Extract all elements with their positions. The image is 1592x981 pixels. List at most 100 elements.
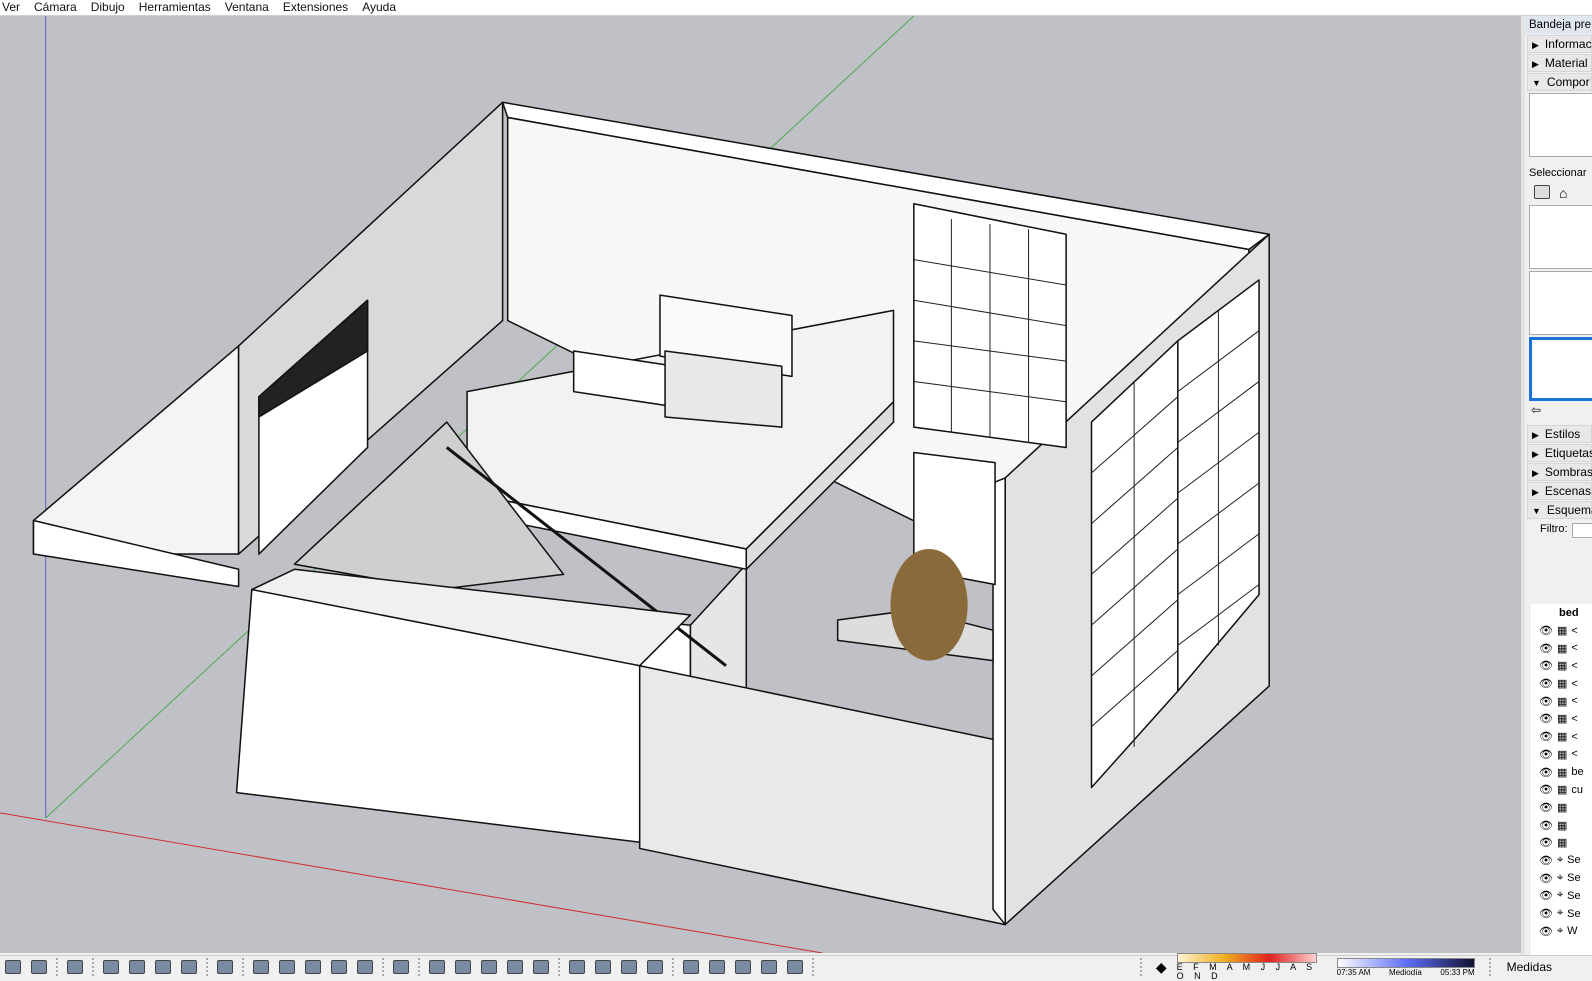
menu-ver[interactable]: Ver	[2, 0, 20, 15]
outliner-row[interactable]: 👁▦<	[1531, 710, 1592, 728]
month-slider[interactable]: E F M A M J J A S O N D	[1177, 953, 1317, 981]
home-icon[interactable]: ⌂	[1559, 185, 1567, 201]
toolbar-tool-icon[interactable]	[129, 960, 145, 974]
component-pillow[interactable]	[1529, 205, 1592, 269]
visibility-eye-icon[interactable]: 👁	[1539, 889, 1553, 902]
toolbar-tool-icon[interactable]	[305, 960, 321, 974]
outliner-row[interactable]: 👁⌖Se	[1531, 887, 1592, 905]
3d-viewport[interactable]	[0, 16, 1521, 953]
outliner-row[interactable]: 👁▦<	[1531, 675, 1592, 693]
toolbar-tool-icon[interactable]	[787, 960, 803, 974]
toolbar-tool-icon[interactable]	[253, 960, 269, 974]
toolbar-tool-icon[interactable]	[507, 960, 523, 974]
toolbar-tool-icon[interactable]	[481, 960, 497, 974]
view-options-icon[interactable]	[1534, 185, 1550, 199]
visibility-eye-icon[interactable]: 👁	[1539, 712, 1553, 725]
toolbar-tool-icon[interactable]	[683, 960, 699, 974]
toolbar-tool-icon[interactable]	[103, 960, 119, 974]
toolbar-tool-icon[interactable]	[331, 960, 347, 974]
visibility-eye-icon[interactable]: 👁	[1539, 730, 1553, 743]
toolbar-tool-icon[interactable]	[569, 960, 585, 974]
component-icon: ▦	[1557, 695, 1567, 708]
toolbar-tool-icon[interactable]	[393, 960, 409, 974]
section-scenes[interactable]: ▶Escenas	[1527, 482, 1592, 500]
outliner-row[interactable]: 👁▦<	[1531, 746, 1592, 764]
toolbar-tool-icon[interactable]	[155, 960, 171, 974]
toolbar-tool-icon[interactable]	[595, 960, 611, 974]
visibility-eye-icon[interactable]: 👁	[1539, 801, 1553, 814]
toolbar-tool-icon[interactable]	[647, 960, 663, 974]
visibility-eye-icon[interactable]: 👁	[1539, 854, 1553, 867]
component-railing[interactable]	[1529, 337, 1592, 401]
visibility-eye-icon[interactable]: 👁	[1539, 695, 1553, 708]
outliner-row[interactable]: 👁▦	[1531, 834, 1592, 852]
section-tags[interactable]: ▶Etiquetas	[1527, 444, 1592, 462]
outliner-row[interactable]: 👁⌖Se	[1531, 905, 1592, 923]
toolbar-tool-icon[interactable]	[533, 960, 549, 974]
visibility-eye-icon[interactable]: 👁	[1539, 819, 1553, 832]
section-outliner[interactable]: ▼Esquema	[1527, 501, 1592, 519]
outliner-row-label: be	[1571, 766, 1583, 778]
outliner-row[interactable]: 👁▦	[1531, 799, 1592, 817]
toolbar-tool-icon[interactable]	[279, 960, 295, 974]
outliner-row[interactable]: 👁⌖Se	[1531, 852, 1592, 870]
toolbar-tool-icon[interactable]	[761, 960, 777, 974]
collapse-arrow-icon: ▼	[1532, 78, 1541, 88]
outliner-row-label: W	[1567, 925, 1577, 937]
toolbar-tool-icon[interactable]	[31, 960, 47, 974]
section-info[interactable]: ▶Informac	[1527, 35, 1592, 53]
outliner-row-label: <	[1571, 642, 1577, 654]
outliner-row[interactable]: 👁▦be	[1531, 763, 1592, 781]
visibility-eye-icon[interactable]: 👁	[1539, 642, 1553, 655]
section-materials[interactable]: ▶Material	[1527, 54, 1592, 72]
shadow-toggle-icon[interactable]: ◆	[1156, 959, 1167, 976]
toolbar-tool-icon[interactable]	[709, 960, 725, 974]
menu-extensiones[interactable]: Extensiones	[283, 0, 348, 15]
menu-dibujo[interactable]: Dibujo	[91, 0, 125, 15]
visibility-eye-icon[interactable]: 👁	[1539, 836, 1553, 849]
component-stairs[interactable]	[1529, 271, 1592, 335]
visibility-eye-icon[interactable]: 👁	[1539, 925, 1553, 938]
outliner-row[interactable]: 👁⌖Se	[1531, 869, 1592, 887]
outliner-row[interactable]: 👁▦<	[1531, 622, 1592, 640]
outliner-row[interactable]: 👁⌖W	[1531, 922, 1592, 940]
toolbar-tool-icon[interactable]	[429, 960, 445, 974]
toolbar-tool-icon[interactable]	[5, 960, 21, 974]
visibility-eye-icon[interactable]: 👁	[1539, 659, 1553, 672]
outliner-row[interactable]: 👁▦<	[1531, 639, 1592, 657]
menu-camara[interactable]: Cámara	[34, 0, 77, 15]
visibility-eye-icon[interactable]: 👁	[1539, 907, 1553, 920]
section-styles[interactable]: ▶Estilos	[1527, 425, 1592, 443]
time-slider[interactable]: 07:35 AMMediodía05:33 PM	[1337, 958, 1475, 977]
toolbar-tool-icon[interactable]	[357, 960, 373, 974]
visibility-eye-icon[interactable]: 👁	[1539, 766, 1553, 779]
toolbar-tool-icon[interactable]	[455, 960, 471, 974]
select-tab[interactable]: Seleccionar	[1525, 157, 1592, 183]
toolbar-tool-icon[interactable]	[67, 960, 83, 974]
toolbar-tool-icon[interactable]	[621, 960, 637, 974]
visibility-eye-icon[interactable]: 👁	[1539, 677, 1553, 690]
toolbar-tool-icon[interactable]	[181, 960, 197, 974]
component-icon: ▦	[1557, 730, 1567, 743]
visibility-eye-icon[interactable]: 👁	[1539, 748, 1553, 761]
toolbar-tool-icon[interactable]	[735, 960, 751, 974]
outliner-row[interactable]: 👁▦<	[1531, 728, 1592, 746]
visibility-eye-icon[interactable]: 👁	[1539, 624, 1553, 637]
back-arrow-icon[interactable]: ⇦	[1525, 401, 1592, 419]
menu-ventana[interactable]: Ventana	[225, 0, 269, 15]
outliner-row[interactable]: 👁▦	[1531, 816, 1592, 834]
toolbar-separator	[242, 958, 244, 976]
section-shadows[interactable]: ▶Sombras	[1527, 463, 1592, 481]
section-components[interactable]: ▼Compor	[1527, 73, 1592, 91]
visibility-eye-icon[interactable]: 👁	[1539, 872, 1553, 885]
visibility-eye-icon[interactable]: 👁	[1539, 783, 1553, 796]
menu-herramientas[interactable]: Herramientas	[139, 0, 211, 15]
outliner-row[interactable]: 👁▦cu	[1531, 781, 1592, 799]
outliner-root[interactable]: bed	[1531, 604, 1592, 622]
filter-input[interactable]	[1572, 523, 1592, 538]
toolbar-tool-icon[interactable]	[217, 960, 233, 974]
outliner-row[interactable]: 👁▦<	[1531, 657, 1592, 675]
figure-character	[890, 549, 967, 661]
outliner-row[interactable]: 👁▦<	[1531, 692, 1592, 710]
menu-ayuda[interactable]: Ayuda	[362, 0, 396, 15]
